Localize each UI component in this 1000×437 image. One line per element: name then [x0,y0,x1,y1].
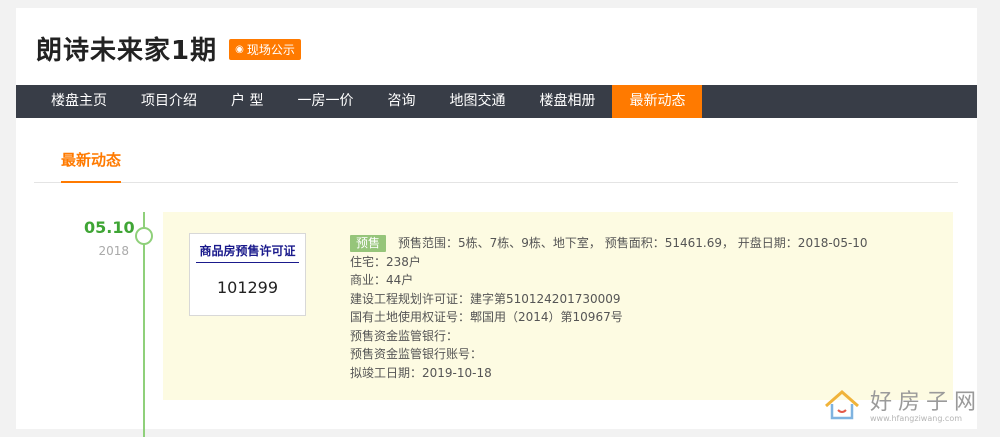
nav-item-latest-news[interactable]: 最新动态 [612,85,703,118]
timeline-year: 2018 [98,244,129,258]
detail-row-commercial: 商业：44户 [350,273,414,287]
page-title: 朗诗未来家1期 [36,36,218,66]
house-logo-icon [825,389,859,419]
eye-icon: ◉ [235,44,244,55]
detail-row-range: 预售 预售范围：5栋、7栋、9栋、地下室， 预售面积：51461.69， 开盘日期… [350,234,868,253]
detail-row-planning-permit: 建设工程规划许可证：建字第510124201730009 [350,291,621,306]
site-watermark: 好房子网 www.hfangziwang.com [822,378,1000,429]
timeline-dot [135,227,153,245]
permit-details: 预售 预售范围：5栋、7栋、9栋、地下室， 预售面积：51461.69， 开盘日期… [350,234,868,382]
title-row: 朗诗未来家1期 ◉ 现场公示 [36,30,301,67]
timeline-date: 05.10 [84,218,135,237]
tab-latest-news[interactable]: 最新动态 [61,149,121,170]
presale-permit-card: 商品房预售许可证 101299 [189,233,306,316]
timeline-line [143,212,145,437]
permit-title: 商品房预售许可证 [199,244,296,258]
main-nav: 楼盘主页 项目介绍 户 型 一房一价 咨询 地图交通 楼盘相册 最新动态 [16,85,977,118]
section-divider [34,182,958,183]
page-card: 朗诗未来家1期 ◉ 现场公示 楼盘主页 项目介绍 户 型 一房一价 咨询 地图交… [16,8,977,437]
detail-row-escrow-bank: 预售资金监管银行： [350,328,459,343]
site-publicity-badge[interactable]: ◉ 现场公示 [229,39,301,60]
nav-item-floor-plans[interactable]: 户 型 [214,85,280,118]
detail-row-escrow-account: 预售资金监管银行账号： [350,347,483,361]
permit-divider [196,262,299,263]
nav-item-map-traffic[interactable]: 地图交通 [432,85,522,118]
badge-label: 现场公示 [246,43,295,57]
detail-row-residential: 住宅：238户 [350,254,421,269]
nav-item-home[interactable]: 楼盘主页 [16,85,124,118]
permit-number: 101299 [216,278,279,297]
active-tab-underline [61,181,121,183]
nav-item-consult[interactable]: 咨询 [370,85,432,118]
detail-text-range: 预售范围：5栋、7栋、9栋、地下室， 预售面积：51461.69， 开盘日期：2… [398,236,868,250]
presale-tag: 预售 [350,235,387,252]
watermark-text: 好房子网 www.hfangziwang.com [870,384,982,423]
detail-row-land-cert: 国有土地使用权证号：郫国用（2014）第10967号 [350,310,623,324]
detail-row-completion-date: 拟竣工日期：2019-10-18 [350,365,492,380]
watermark-title: 好房子网 [870,390,983,415]
nav-item-unit-prices[interactable]: 一房一价 [280,85,370,118]
timeline-entry: 商品房预售许可证 101299 预售 预售范围：5栋、7栋、9栋、地下室， 预售面… [163,212,953,400]
nav-item-album[interactable]: 楼盘相册 [522,85,612,118]
nav-item-project-intro[interactable]: 项目介绍 [124,85,214,118]
